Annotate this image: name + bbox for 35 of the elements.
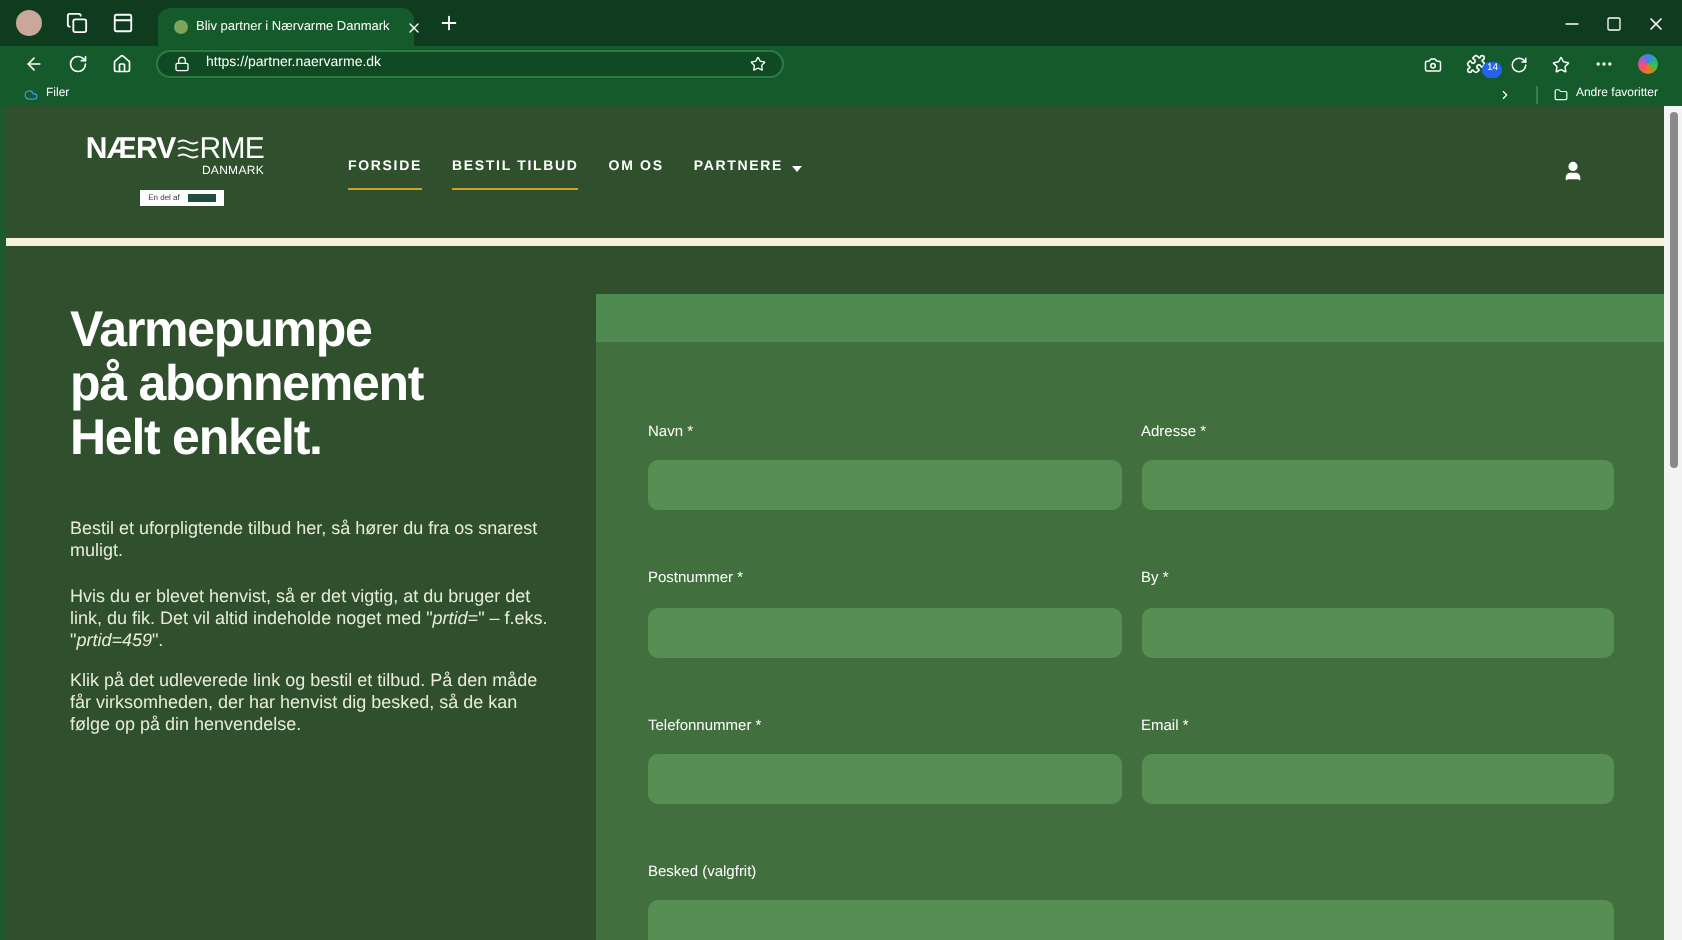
restore-icon[interactable] — [1606, 15, 1622, 31]
text-field[interactable] — [1141, 460, 1614, 511]
text-field[interactable] — [648, 460, 1121, 511]
copilot-icon[interactable] — [1638, 54, 1658, 74]
profile-avatar[interactable] — [16, 10, 42, 36]
refresh-icon[interactable] — [68, 54, 88, 74]
folder-icon — [1553, 87, 1568, 101]
text-field[interactable] — [648, 753, 1121, 804]
sync-icon[interactable] — [1510, 55, 1528, 73]
close-window-icon[interactable] — [1646, 13, 1666, 33]
chevron-icon[interactable] — [1497, 87, 1512, 101]
hero-title: Varmepumpe på abonnement Helt enkelt. — [70, 304, 426, 466]
workspaces-icon[interactable] — [66, 12, 88, 34]
intro-paragraph: Klik på det udleverede link og bestil et tilbud. På den måde får virksomheden, der har henvist dig besked, så de kan følge op på din henvendelse. — [70, 670, 540, 736]
intro-paragraph: Bestil et uforpligtende tilbud her, så hører du fra os snarest muligt. — [70, 518, 540, 562]
lock-icon — [174, 56, 190, 72]
text-field[interactable] — [1141, 753, 1614, 804]
scrollbar[interactable] — [1664, 106, 1682, 940]
new-tab-icon[interactable] — [438, 12, 460, 34]
text-field[interactable] — [648, 607, 1121, 657]
intro-paragraph: Hvis du er blevet henvist, så er det vigtig, at du bruger det link, du fik. Det vil altid indeholde noget med "prtid=" – f.eks. "prtid=459". — [70, 586, 548, 652]
favorite-star-icon[interactable] — [750, 56, 766, 72]
puzzle-icon[interactable] — [1466, 54, 1486, 74]
home-icon[interactable] — [112, 54, 132, 74]
cloud-icon — [24, 87, 38, 101]
close-tab-icon[interactable] — [405, 19, 422, 35]
favorites-icon[interactable] — [1552, 55, 1570, 73]
tab-actions-icon[interactable] — [112, 12, 134, 34]
user-icon[interactable] — [1562, 159, 1584, 181]
waves-icon — [175, 138, 200, 160]
site-favicon — [174, 20, 188, 34]
camera-icon[interactable] — [1424, 55, 1442, 73]
logo-wordmark[interactable]: NÆRV RME — [85, 134, 264, 164]
text-field[interactable] — [1141, 607, 1614, 657]
back-icon[interactable] — [24, 54, 44, 74]
